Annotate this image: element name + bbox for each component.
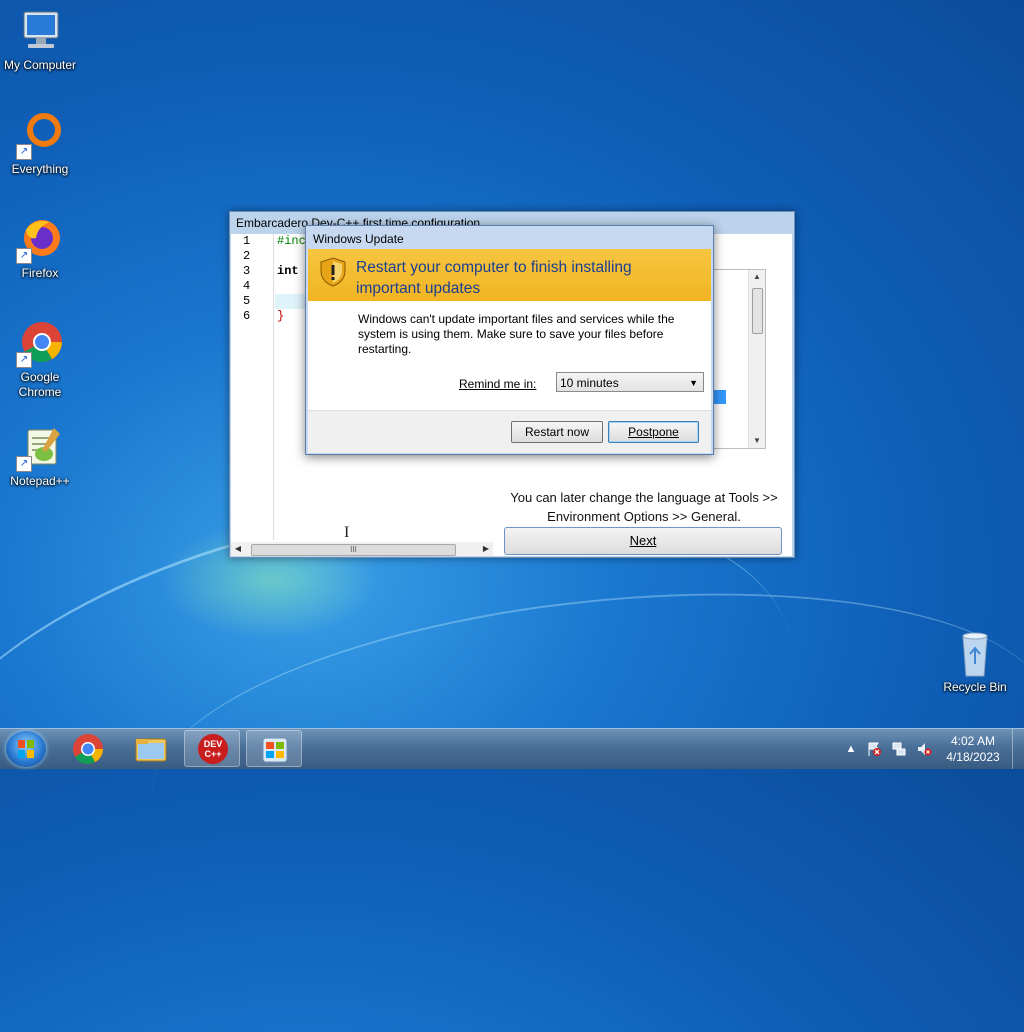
action-center-flag-icon[interactable] bbox=[866, 741, 882, 757]
next-button[interactable]: Next bbox=[504, 527, 782, 555]
remind-interval-value: 10 minutes bbox=[560, 376, 619, 390]
firefox-icon: ↗ bbox=[16, 216, 64, 264]
desktop-icon-google-chrome[interactable]: ↗ Google Chrome bbox=[0, 320, 80, 400]
text-cursor-ibeam: I bbox=[344, 524, 350, 541]
chrome-icon bbox=[73, 734, 103, 764]
desktop-icon-notepadpp[interactable]: ↗ Notepad++ bbox=[0, 424, 80, 489]
show-desktop-button[interactable] bbox=[1012, 729, 1024, 769]
warning-shield-icon bbox=[320, 257, 346, 287]
line-number: 6 bbox=[243, 309, 251, 323]
recycle-bin-icon bbox=[951, 630, 999, 678]
postpone-button[interactable]: Postpone bbox=[608, 421, 699, 443]
dialog-footer: Restart now Postpone bbox=[308, 410, 711, 453]
taskbar-windows-update[interactable] bbox=[246, 730, 302, 767]
dialog-message: Windows can't update important files and… bbox=[358, 312, 675, 356]
scroll-right-arrow-icon[interactable]: ▶ bbox=[479, 542, 493, 556]
windows-update-icon bbox=[262, 737, 288, 763]
show-hidden-icons-arrow[interactable]: ▲ bbox=[843, 741, 859, 757]
restart-now-button[interactable]: Restart now bbox=[511, 421, 603, 443]
taskbar-devcpp[interactable]: DEV C++ bbox=[184, 730, 240, 767]
windows-update-dialog[interactable]: Windows Update Restart your computer to … bbox=[305, 225, 714, 455]
notepadpp-icon: ↗ bbox=[16, 424, 64, 472]
line-number: 2 bbox=[243, 249, 251, 263]
explorer-icon bbox=[135, 738, 167, 762]
scroll-up-arrow-icon[interactable]: ▲ bbox=[749, 270, 765, 284]
next-button-label: Next bbox=[629, 533, 657, 548]
dialog-heading: Restart your computer to finish installi… bbox=[356, 259, 632, 297]
svg-text:C++: C++ bbox=[204, 749, 221, 759]
desktop-icon-firefox[interactable]: ↗ Firefox bbox=[0, 216, 80, 281]
restart-now-label: Restart now bbox=[524, 425, 590, 439]
scrollbar-thumb[interactable] bbox=[752, 288, 763, 334]
horizontal-scrollbar[interactable]: ◀ III ▶ bbox=[231, 542, 493, 556]
dialog-header-band: Restart your computer to finish installi… bbox=[308, 249, 711, 301]
line-number: 3 bbox=[243, 264, 251, 278]
devcpp-icon: DEV C++ bbox=[198, 734, 228, 764]
taskbar-explorer[interactable] bbox=[123, 730, 179, 767]
desktop-icon-everything[interactable]: ↗ Everything bbox=[0, 112, 80, 177]
shortcut-arrow-icon: ↗ bbox=[16, 352, 32, 368]
chrome-icon: ↗ bbox=[16, 320, 64, 368]
vertical-scrollbar[interactable]: ▲ ▼ bbox=[748, 270, 765, 448]
network-icon[interactable] bbox=[891, 741, 907, 757]
svg-text:DEV: DEV bbox=[204, 739, 223, 749]
taskbar-chrome[interactable] bbox=[60, 730, 116, 767]
chevron-down-icon: ▼ bbox=[689, 378, 698, 388]
dialog-body: Windows can't update important files and… bbox=[308, 301, 711, 410]
computer-icon bbox=[16, 8, 64, 56]
clock-time: 4:02 AM bbox=[950, 734, 996, 748]
language-hint-text: You can later change the language at Too… bbox=[510, 490, 778, 524]
dialog-title: Windows Update bbox=[313, 232, 404, 246]
start-button[interactable] bbox=[6, 731, 46, 767]
shortcut-arrow-icon: ↗ bbox=[16, 144, 32, 160]
system-clock[interactable]: 4:02 AM 4/18/2023 bbox=[944, 733, 1002, 765]
clock-date: 4/18/2023 bbox=[946, 750, 1000, 764]
desktop-icon-my-computer[interactable]: My Computer bbox=[0, 8, 80, 73]
shortcut-arrow-icon: ↗ bbox=[16, 248, 32, 264]
line-number: 5 bbox=[243, 294, 251, 308]
shortcut-arrow-icon: ↗ bbox=[16, 456, 32, 472]
windows-logo-icon bbox=[18, 740, 34, 758]
everything-icon: ↗ bbox=[16, 112, 64, 160]
scroll-down-arrow-icon[interactable]: ▼ bbox=[749, 434, 765, 448]
line-number-gutter: 1 2 3 4 5 6 bbox=[231, 234, 274, 540]
line-number: 4 bbox=[243, 279, 251, 293]
volume-muted-icon[interactable] bbox=[916, 741, 932, 757]
remind-interval-select[interactable]: 10 minutes ▼ bbox=[556, 372, 704, 392]
remind-me-label: Remind me in: bbox=[459, 377, 537, 391]
line-number: 1 bbox=[243, 234, 251, 248]
scroll-left-arrow-icon[interactable]: ◀ bbox=[231, 542, 245, 556]
postpone-label: Postpone bbox=[628, 425, 679, 439]
taskbar: DEV C++ ▲ 4:02 AM 4/18/2023 bbox=[0, 728, 1024, 769]
scrollbar-thumb[interactable]: III bbox=[251, 544, 456, 556]
desktop-icon-recycle-bin[interactable]: Recycle Bin bbox=[935, 630, 1015, 695]
